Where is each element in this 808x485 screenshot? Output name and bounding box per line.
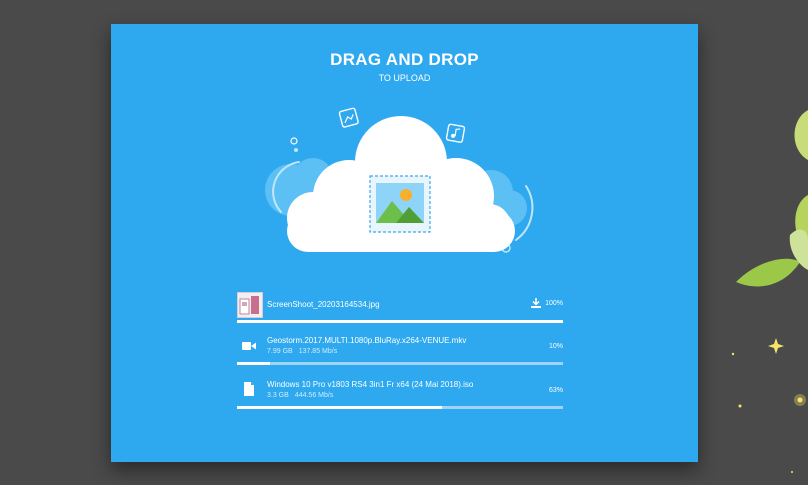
page-title: DRAG AND DROP bbox=[330, 50, 479, 69]
upload-panel: DRAG AND DROP TO UPLOAD ScreenShoot_2020… bbox=[111, 24, 698, 462]
video-camera-icon bbox=[242, 342, 256, 350]
progress-fill bbox=[237, 406, 443, 409]
file-name: Geostorm.2017.MULTI.1080p.BluRay.x264-VE… bbox=[267, 336, 467, 345]
progress-fill bbox=[237, 362, 270, 365]
drop-zone[interactable] bbox=[251, 100, 551, 270]
progress-bar bbox=[237, 362, 563, 365]
file-icon bbox=[244, 382, 254, 396]
progress-percent: 63% bbox=[548, 387, 563, 394]
progress-bar bbox=[237, 320, 563, 323]
image-thumbnail bbox=[237, 292, 263, 318]
music-icon bbox=[445, 123, 466, 143]
file-row[interactable]: ScreenShoot_20203164534.jpg 100% bbox=[237, 292, 563, 332]
transfer-speed: 137.85 Mb/s bbox=[298, 348, 338, 355]
image-icon bbox=[369, 175, 431, 233]
download-icon bbox=[531, 298, 541, 308]
file-size: 7.99 GB bbox=[267, 348, 293, 355]
progress-percent: 100% bbox=[545, 300, 563, 307]
transfer-speed: 444.56 Mb/s bbox=[294, 392, 334, 399]
file-name: ScreenShoot_20203164534.jpg bbox=[267, 300, 380, 309]
progress-bar bbox=[237, 406, 563, 409]
picture-icon bbox=[338, 107, 359, 128]
page-subtitle: TO UPLOAD bbox=[378, 73, 431, 83]
progress-percent: 10% bbox=[548, 343, 563, 350]
file-name: Windows 10 Pro v1803 RS4 3in1 Fr x64 (24… bbox=[267, 380, 474, 389]
file-meta: 7.99 GB 137.85 Mb/s bbox=[267, 348, 337, 355]
leaf-decoration bbox=[736, 258, 800, 287]
file-row[interactable]: Geostorm.2017.MULTI.1080p.BluRay.x264-VE… bbox=[237, 334, 563, 374]
sparkle-decoration bbox=[731, 338, 806, 473]
leaf-decoration bbox=[794, 110, 808, 160]
progress-fill bbox=[237, 320, 563, 323]
file-size: 3.3 GB bbox=[267, 392, 289, 399]
image-thumbnail-art bbox=[239, 296, 259, 315]
pin-icon bbox=[290, 137, 298, 145]
file-row[interactable]: Windows 10 Pro v1803 RS4 3in1 Fr x64 (24… bbox=[237, 378, 563, 418]
file-meta: 3.3 GB 444.56 Mb/s bbox=[267, 392, 333, 399]
